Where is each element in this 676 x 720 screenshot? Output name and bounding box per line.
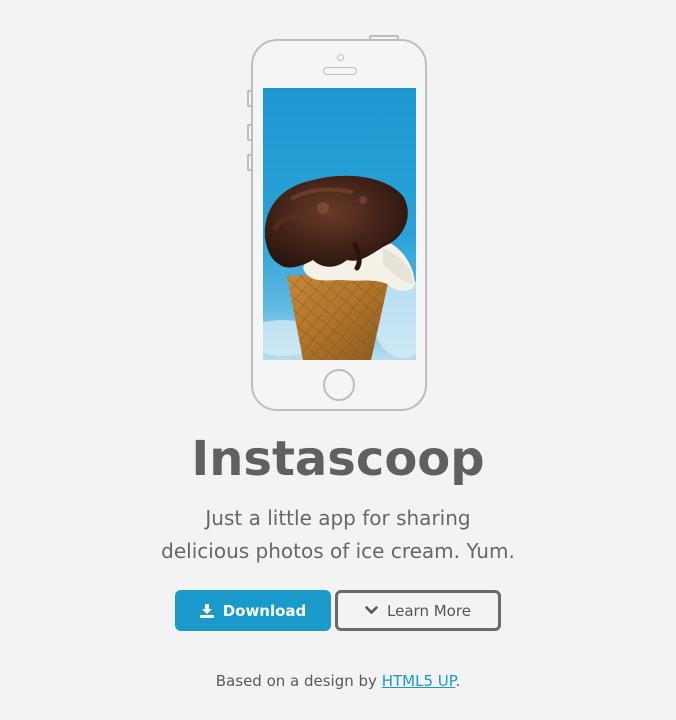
learn-more-button[interactable]: Learn More xyxy=(335,590,501,631)
ice-cream-photo xyxy=(263,175,416,360)
footer-prefix: Based on a design by xyxy=(215,672,382,690)
phone-home-button xyxy=(323,369,355,401)
phone-camera xyxy=(337,54,344,61)
download-button-label: Download xyxy=(222,601,307,620)
tagline: Just a little app for sharing delicious … xyxy=(0,502,676,568)
footer-suffix: . xyxy=(455,672,461,690)
phone-screen-photo xyxy=(263,88,416,360)
download-button[interactable]: Download xyxy=(175,590,331,631)
html5-up-link[interactable]: HTML5 UP xyxy=(382,672,456,690)
page: Instascoop Just a little app for sharing… xyxy=(0,0,676,720)
chevron-down-icon xyxy=(365,606,378,615)
tagline-line-2: delicious photos of ice cream. Yum. xyxy=(161,539,515,563)
phone-speaker xyxy=(323,67,357,75)
learn-more-button-label: Learn More xyxy=(387,601,471,620)
footer-credit: Based on a design by HTML5 UP. xyxy=(0,670,676,692)
download-icon xyxy=(199,603,214,618)
app-title: Instascoop xyxy=(191,431,485,487)
tagline-line-1: Just a little app for sharing xyxy=(205,506,471,530)
